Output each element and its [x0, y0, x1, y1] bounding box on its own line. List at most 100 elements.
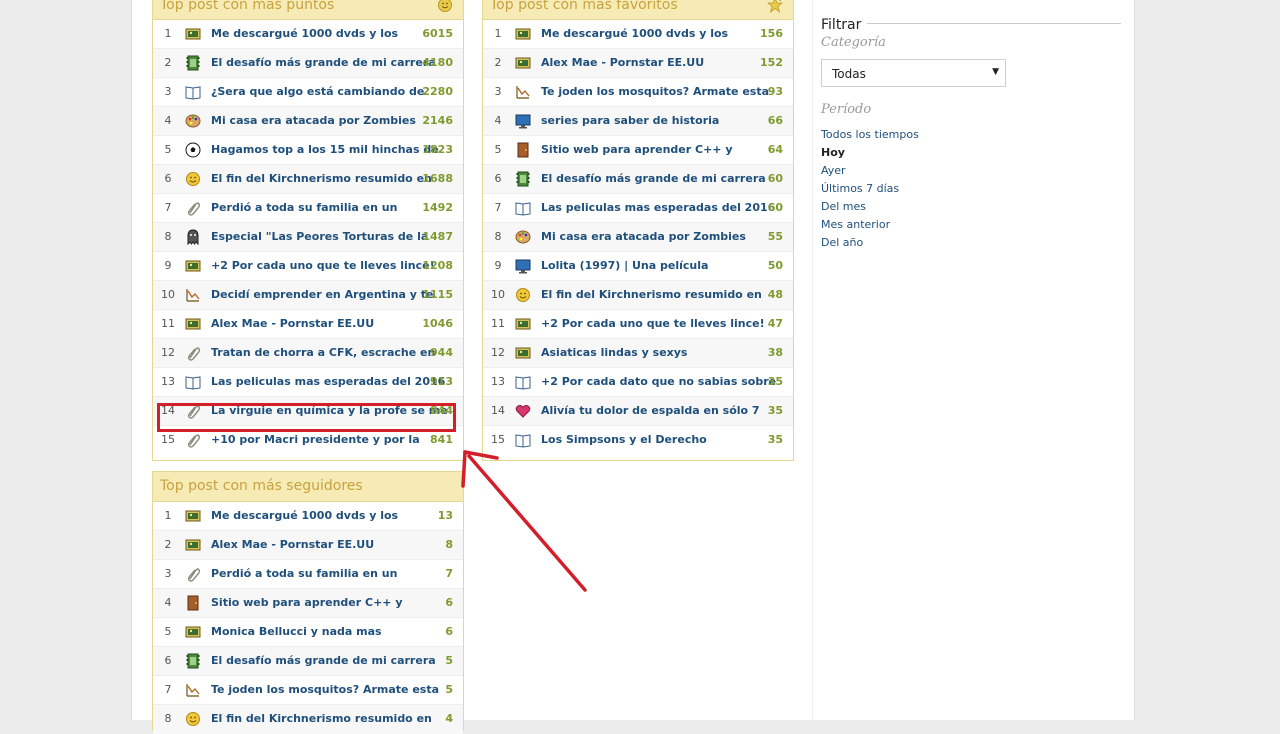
rank-number: 6: [164, 654, 172, 667]
door-icon: [517, 142, 529, 158]
post-row: 3 Te joden los mosquitos? Armate esta 93: [483, 78, 793, 107]
post-score: 1492: [422, 201, 453, 214]
post-title-link[interactable]: Sitio web para aprender C++ y: [211, 596, 403, 609]
period-link[interactable]: Del mes: [821, 198, 1121, 216]
palette-icon: [515, 230, 531, 244]
post-score: 60: [767, 172, 783, 185]
film-icon: [186, 55, 200, 71]
post-title-link[interactable]: Perdió a toda su familia en un: [211, 567, 397, 580]
post-score: 38: [767, 346, 783, 359]
rank-number: 5: [164, 143, 172, 156]
post-title-link[interactable]: Me descargué 1000 dvds y los: [211, 509, 398, 522]
period-link[interactable]: Del año: [821, 234, 1121, 252]
post-score: 35: [767, 375, 783, 388]
post-title-link[interactable]: +10 por Macri presidente y por la: [211, 433, 420, 446]
category-select[interactable]: Todas ▼: [821, 59, 1006, 87]
post-title-link[interactable]: +2 Por cada uno que te lleves lince!: [541, 317, 765, 330]
post-title-link[interactable]: Te joden los mosquitos? Armate esta: [211, 683, 439, 696]
image-icon: [185, 626, 201, 638]
post-score: 8: [445, 538, 453, 551]
panel-header: Top post con más favoritos: [483, 0, 793, 20]
post-title-link[interactable]: Lolita (1997) | Una película: [541, 259, 708, 272]
post-title-link[interactable]: Tratan de chorra a CFK, escrache en: [211, 346, 435, 359]
rank-number: 11: [161, 317, 175, 330]
post-row: 4 series para saber de historia 66: [483, 107, 793, 136]
filter-title: Filtrar: [821, 17, 862, 33]
post-title-link[interactable]: Hagamos top a los 15 mil hinchas de: [211, 143, 439, 156]
post-title-link[interactable]: Mi casa era atacada por Zombies: [211, 114, 416, 127]
post-title-link[interactable]: series para saber de historia: [541, 114, 719, 127]
post-score: 93: [767, 85, 783, 98]
post-score: 50: [767, 259, 783, 272]
post-title-link[interactable]: ¿Sera que algo está cambiando de: [211, 85, 424, 98]
rank-number: 1: [164, 509, 172, 522]
rank-number: 7: [164, 683, 172, 696]
post-title-link[interactable]: Especial "Las Peores Torturas de la: [211, 230, 428, 243]
post-title-link[interactable]: Asiaticas lindas y sexys: [541, 346, 687, 359]
filter-sidebar: Filtrar Categoría Todas ▼ Período Todos …: [821, 14, 1121, 252]
period-link[interactable]: Ayer: [821, 162, 1121, 180]
rank-number: 12: [161, 346, 175, 359]
panel-top-favoritos: Top post con más favoritos 1 Me descargué…: [482, 0, 794, 461]
post-title-link[interactable]: Las peliculas mas esperadas del 2016: [541, 201, 775, 214]
rank-number: 8: [494, 230, 502, 243]
smiley-icon: [186, 172, 200, 186]
post-row: 13 +2 Por cada dato que no sabias sobre 35: [483, 368, 793, 397]
post-title-link[interactable]: +2 Por cada dato que no sabias sobre: [541, 375, 776, 388]
sidebar-divider: [812, 0, 813, 720]
rank-number: 10: [161, 288, 175, 301]
post-score: 35: [767, 433, 783, 446]
rank-number: 12: [491, 346, 505, 359]
post-title-link[interactable]: +2 Por cada uno que te lleves lince!: [211, 259, 435, 272]
post-score: 64: [767, 143, 783, 156]
image-icon: [185, 539, 201, 551]
post-row: 1 Me descargué 1000 dvds y los 156: [483, 20, 793, 49]
post-title-link[interactable]: Sitio web para aprender C++ y: [541, 143, 733, 156]
post-title-link[interactable]: Decidí emprender en Argentina y te: [211, 288, 434, 301]
post-title-link[interactable]: Perdió a toda su familia en un: [211, 201, 397, 214]
paperclip-icon: [187, 202, 201, 216]
post-title-link[interactable]: El fin del Kirchnerismo resumido en: [211, 172, 432, 185]
post-row: 3 ¿Sera que algo está cambiando de 2280: [153, 78, 463, 107]
period-link[interactable]: Hoy: [821, 144, 1121, 162]
rank-number: 8: [164, 230, 172, 243]
post-row: 9 Lolita (1997) | Una película 50: [483, 252, 793, 281]
rank-number: 9: [164, 259, 172, 272]
post-title-link[interactable]: Me descargué 1000 dvds y los: [541, 27, 728, 40]
post-score: 1487: [422, 230, 453, 243]
period-link[interactable]: Mes anterior: [821, 216, 1121, 234]
period-link[interactable]: Todos los tiempos: [821, 126, 1121, 144]
annotation-arrow: [461, 450, 587, 592]
post-title-link[interactable]: Te joden los mosquitos? Armate esta: [541, 85, 769, 98]
period-link[interactable]: Últimos 7 días: [821, 180, 1121, 198]
post-score: 47: [767, 317, 783, 330]
paperclip-icon: [187, 347, 201, 361]
post-title-link[interactable]: El fin del Kirchnerismo resumido en: [211, 712, 432, 725]
post-title-link[interactable]: Alex Mae - Pornstar EE.UU: [211, 538, 374, 551]
panel-header: Top post con más seguidores: [153, 472, 463, 502]
post-title-link[interactable]: Las peliculas mas esperadas del 2016: [211, 375, 445, 388]
post-title-link[interactable]: Monica Bellucci y nada mas: [211, 625, 382, 638]
post-title-link[interactable]: Mi casa era atacada por Zombies: [541, 230, 746, 243]
post-score: 5: [445, 654, 453, 667]
post-title-link[interactable]: El desafío más grande de mi carrera: [541, 172, 766, 185]
post-score: 2146: [422, 114, 453, 127]
post-row: 5 Sitio web para aprender C++ y 64: [483, 136, 793, 165]
rank-number: 1: [494, 27, 502, 40]
post-title-link[interactable]: El fin del Kirchnerismo resumido en: [541, 288, 762, 301]
post-title-link[interactable]: Alivía tu dolor de espalda en sólo 7: [541, 404, 760, 417]
post-row: 5 Monica Bellucci y nada mas 6: [153, 618, 463, 647]
post-title-link[interactable]: El desafío más grande de mi carrera: [211, 56, 436, 69]
ghost-icon: [187, 229, 199, 245]
star-plus-icon: [767, 0, 783, 13]
post-title-link[interactable]: El desafío más grande de mi carrera: [211, 654, 436, 667]
post-score: 6: [445, 625, 453, 638]
rank-number: 1: [164, 27, 172, 40]
post-title-link[interactable]: Alex Mae - Pornstar EE.UU: [541, 56, 704, 69]
post-title-link[interactable]: Alex Mae - Pornstar EE.UU: [211, 317, 374, 330]
post-score: 2280: [422, 85, 453, 98]
rank-number: 3: [164, 567, 172, 580]
post-row: 1 Me descargué 1000 dvds y los 6015: [153, 20, 463, 49]
post-title-link[interactable]: Me descargué 1000 dvds y los: [211, 27, 398, 40]
post-score: 1046: [422, 317, 453, 330]
